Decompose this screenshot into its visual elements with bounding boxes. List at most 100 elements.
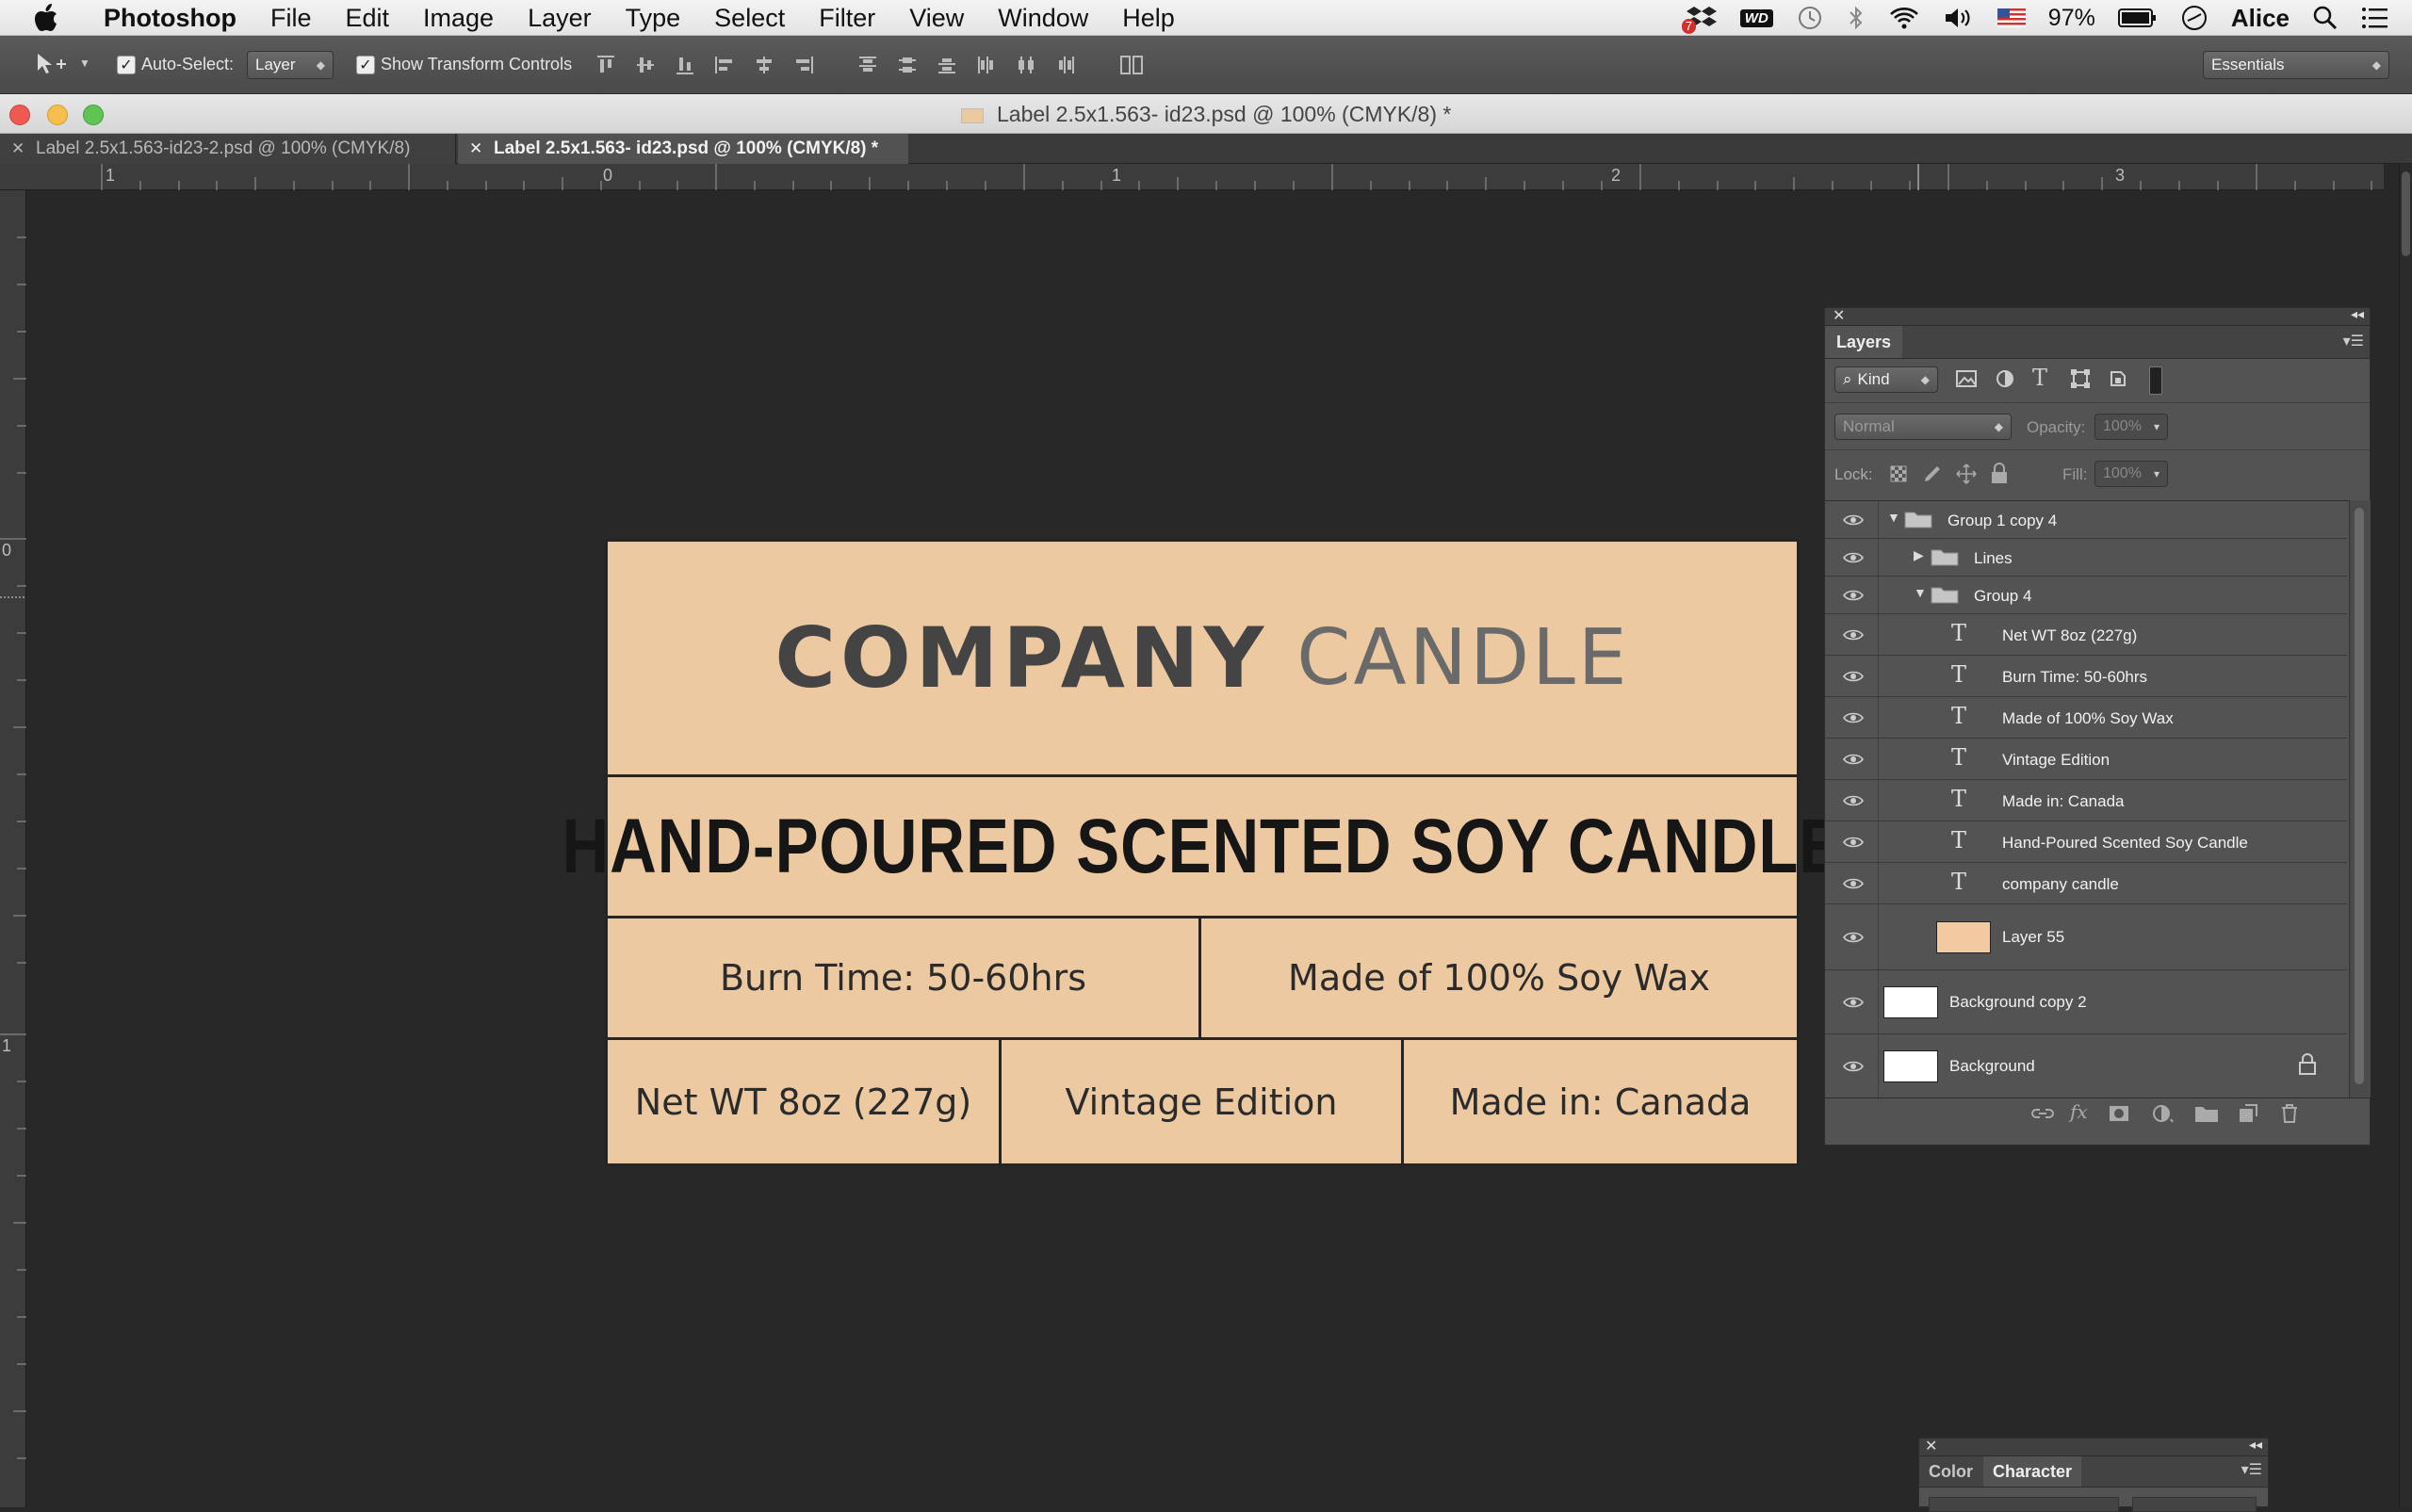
disclosure-triangle-open-icon[interactable]: ▼	[1914, 585, 1927, 600]
tab-layers[interactable]: Layers	[1825, 326, 1903, 358]
panel-menu-icon[interactable]: ▾☰	[2343, 332, 2364, 350]
show-transform-checkbox[interactable]: ✓	[356, 56, 375, 74]
blend-mode-dropdown[interactable]: Normal ◆	[1834, 414, 2012, 440]
menu-filter[interactable]: Filter	[802, 0, 892, 36]
distribute-vcenter-icon[interactable]	[893, 51, 921, 79]
menu-type[interactable]: Type	[609, 0, 698, 36]
us-flag-icon[interactable]	[1996, 0, 2026, 36]
tab-color[interactable]: Color	[1919, 1456, 1982, 1487]
document-canvas[interactable]: COMPANY CANDLE HAND-POURED SCENTED SOY C…	[562, 539, 1842, 1169]
close-tab-icon[interactable]: ✕	[11, 134, 24, 164]
menu-photoshop[interactable]: Photoshop	[87, 0, 253, 36]
layer-style-fx-icon[interactable]: fx	[2070, 1100, 2088, 1123]
battery-icon[interactable]	[2117, 0, 2158, 36]
filter-type-icon[interactable]: T	[2032, 365, 2047, 391]
lock-image-icon[interactable]	[1921, 463, 1944, 490]
adjustment-layer-icon[interactable]	[2151, 1103, 2176, 1129]
document-tab-2[interactable]: ✕ Label 2.5x1.563- id23.psd @ 100% (CMYK…	[458, 134, 908, 164]
distribute-bottom-icon[interactable]	[933, 51, 961, 79]
close-panel-icon[interactable]: ✕	[1833, 306, 1845, 325]
tool-preset-chevron-icon[interactable]: ▼	[79, 57, 90, 70]
filter-shape-icon[interactable]	[2070, 368, 2091, 394]
wd-drive-icon[interactable]: WD	[1739, 0, 1773, 36]
layer-filter-kind[interactable]: ⌕ Kind ◆	[1834, 366, 1938, 393]
layer-row[interactable]: T company candle	[1825, 863, 2347, 904]
visibility-eye-icon[interactable]	[1840, 746, 1866, 772]
visibility-eye-icon[interactable]	[1840, 582, 1866, 609]
visibility-eye-icon[interactable]	[1840, 788, 1866, 814]
link-layers-icon[interactable]	[2030, 1104, 2055, 1128]
distribute-top-icon[interactable]	[854, 51, 882, 79]
new-layer-icon[interactable]	[2238, 1103, 2258, 1129]
menu-help[interactable]: Help	[1105, 0, 1192, 36]
volume-icon[interactable]	[1943, 0, 1975, 36]
visibility-eye-icon[interactable]	[1840, 829, 1866, 855]
menu-edit[interactable]: Edit	[329, 0, 407, 36]
scrollbar-thumb[interactable]	[2402, 171, 2410, 256]
collapse-panel-icon[interactable]: ◂◂	[2351, 306, 2364, 322]
delete-layer-icon[interactable]	[2279, 1102, 2300, 1130]
filter-smart-object-icon[interactable]	[2108, 368, 2128, 394]
do-not-disturb-icon[interactable]	[2180, 0, 2208, 36]
visibility-eye-icon[interactable]	[1840, 545, 1866, 571]
layer-row[interactable]: T Vintage Edition	[1825, 739, 2347, 780]
auto-select-checkbox[interactable]: ✓	[117, 56, 136, 74]
zoom-window-button[interactable]	[83, 105, 104, 125]
filter-toggle-switch[interactable]	[2149, 366, 2162, 395]
panel-menu-icon[interactable]: ▾☰	[2241, 1460, 2262, 1479]
font-style-field[interactable]	[2132, 1497, 2257, 1512]
time-machine-icon[interactable]	[1796, 0, 1824, 36]
bluetooth-icon[interactable]	[1847, 0, 1866, 36]
visibility-eye-icon[interactable]	[1840, 1053, 1866, 1080]
move-tool-icon[interactable]	[34, 51, 68, 84]
menu-view[interactable]: View	[892, 0, 981, 36]
visibility-eye-icon[interactable]	[1840, 663, 1866, 690]
close-panel-icon[interactable]: ✕	[1925, 1437, 1937, 1455]
menu-file[interactable]: File	[253, 0, 329, 36]
disclosure-triangle-closed-icon[interactable]: ▶	[1914, 547, 1924, 563]
disclosure-triangle-open-icon[interactable]: ▼	[1887, 510, 1900, 525]
lock-all-icon[interactable]	[1989, 463, 2010, 490]
align-right-icon[interactable]	[790, 51, 818, 79]
notification-center-icon[interactable]	[2361, 0, 2389, 36]
visibility-eye-icon[interactable]	[1840, 870, 1866, 897]
collapse-panel-icon[interactable]: ◂◂	[2249, 1437, 2262, 1453]
filter-adjustment-icon[interactable]	[1995, 368, 2015, 394]
layer-row[interactable]: T Hand-Poured Scented Soy Candle	[1825, 821, 2347, 863]
menu-window[interactable]: Window	[981, 0, 1105, 36]
close-tab-icon[interactable]: ✕	[469, 134, 482, 164]
vertical-ruler[interactable]: 0 1	[0, 190, 26, 1507]
layer-row[interactable]: T Made of 100% Soy Wax	[1825, 697, 2347, 739]
align-bottom-icon[interactable]	[671, 51, 699, 79]
spotlight-search-icon[interactable]	[2312, 0, 2339, 36]
menu-image[interactable]: Image	[406, 0, 511, 36]
distribute-left-icon[interactable]	[972, 51, 1001, 79]
layer-row[interactable]: Background copy 2	[1825, 970, 2347, 1034]
add-mask-icon[interactable]	[2108, 1104, 2130, 1128]
horizontal-ruler[interactable]: 1 0 1 2 3	[0, 164, 2384, 190]
font-family-field[interactable]	[1929, 1497, 2119, 1512]
visibility-eye-icon[interactable]	[1840, 705, 1866, 731]
layer-row[interactable]: ▼ Group 1 copy 4	[1825, 501, 2347, 539]
layer-row[interactable]: T Made in: Canada	[1825, 780, 2347, 821]
opacity-field[interactable]: 100% ▾	[2094, 414, 2168, 440]
visibility-eye-icon[interactable]	[1840, 989, 1866, 1016]
align-top-icon[interactable]	[592, 51, 620, 79]
canvas-vertical-scrollbar[interactable]	[2399, 164, 2412, 1507]
auto-align-icon[interactable]	[1117, 51, 1146, 79]
visibility-eye-icon[interactable]	[1840, 924, 1866, 951]
close-window-button[interactable]	[9, 105, 30, 125]
apple-menu-icon[interactable]	[28, 0, 64, 36]
lock-position-icon[interactable]	[1955, 463, 1978, 490]
visibility-eye-icon[interactable]	[1840, 622, 1866, 648]
wifi-icon[interactable]	[1888, 0, 1920, 36]
menu-layer[interactable]: Layer	[511, 0, 609, 36]
layer-row[interactable]: ▼ Group 4	[1825, 577, 2347, 614]
workspace-dropdown[interactable]: Essentials ◆	[2203, 51, 2389, 79]
layer-row[interactable]: ▶ Lines	[1825, 539, 2347, 577]
distribute-right-icon[interactable]	[1051, 51, 1080, 79]
lock-transparent-icon[interactable]	[1889, 464, 1908, 488]
layer-row[interactable]: T Burn Time: 50-60hrs	[1825, 656, 2347, 697]
layer-row[interactable]: Background	[1825, 1034, 2347, 1098]
document-tab-1[interactable]: ✕ Label 2.5x1.563-id23-2.psd @ 100% (CMY…	[0, 134, 456, 164]
